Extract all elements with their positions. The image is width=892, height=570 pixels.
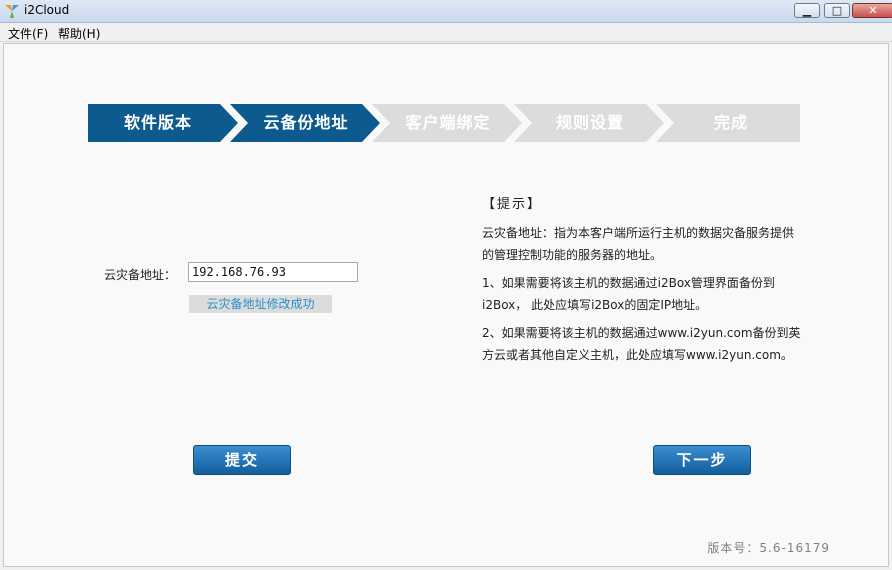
step-rule-settings: 规则设置	[514, 104, 664, 142]
window-title: i2Cloud	[24, 3, 70, 17]
step-label: 云备份地址	[263, 113, 349, 132]
step-label: 规则设置	[555, 113, 624, 132]
tip-paragraph: 1、如果需要将该主机的数据通过i2Box管理界面备份到i2Box， 此处应填写i…	[482, 276, 775, 312]
tip-title: 【提示】	[482, 197, 543, 212]
tip-paragraph: 2、如果需要将该主机的数据通过www.i2yun.com备份到英方云或者其他自定…	[482, 326, 801, 362]
tip-panel: 【提示】 云灾备地址：指为本客户端所运行主机的数据灾备服务提供的管理控制功能的服…	[482, 194, 802, 372]
submit-button[interactable]: 提交	[193, 445, 291, 475]
step-finish: 完成	[656, 104, 800, 142]
cloud-address-label: 云灾备地址：	[104, 268, 177, 282]
close-icon: ✕	[868, 4, 878, 17]
menu-bar: 文件(F) 帮助(H)	[0, 23, 892, 42]
wizard-panel: 软件版本 云备份地址 客户端绑定 规则设置 完成 云灾备地址： 192.168.…	[3, 43, 889, 567]
step-progress: 软件版本 云备份地址 客户端绑定 规则设置 完成	[88, 104, 800, 142]
minimize-button[interactable]: ▁	[794, 3, 820, 18]
title-bar: i2Cloud ▁ □ ✕	[0, 0, 892, 23]
tip-paragraph: 云灾备地址：指为本客户端所运行主机的数据灾备服务提供的管理控制功能的服务器的地址…	[482, 226, 795, 262]
step-label: 软件版本	[123, 113, 192, 132]
menu-help[interactable]: 帮助(H)	[58, 25, 100, 42]
step-label: 客户端绑定	[405, 113, 491, 132]
step-client-binding: 客户端绑定	[372, 104, 522, 142]
step-software-version: 软件版本	[88, 104, 238, 142]
maximize-button[interactable]: □	[824, 3, 850, 18]
cloud-address-input[interactable]: 192.168.76.93	[188, 262, 358, 282]
step-cloud-address: 云备份地址	[230, 104, 380, 142]
close-button[interactable]: ✕	[852, 3, 892, 18]
menu-file[interactable]: 文件(F)	[8, 25, 48, 42]
version-label: 版本号：5.6-16179	[707, 541, 830, 555]
status-message: 云灾备地址修改成功	[189, 295, 332, 313]
minimize-icon: ▁	[802, 4, 812, 17]
app-logo-icon	[5, 5, 19, 18]
step-label: 完成	[713, 113, 748, 132]
next-step-button[interactable]: 下一步	[653, 445, 751, 475]
maximize-icon: □	[831, 4, 843, 17]
